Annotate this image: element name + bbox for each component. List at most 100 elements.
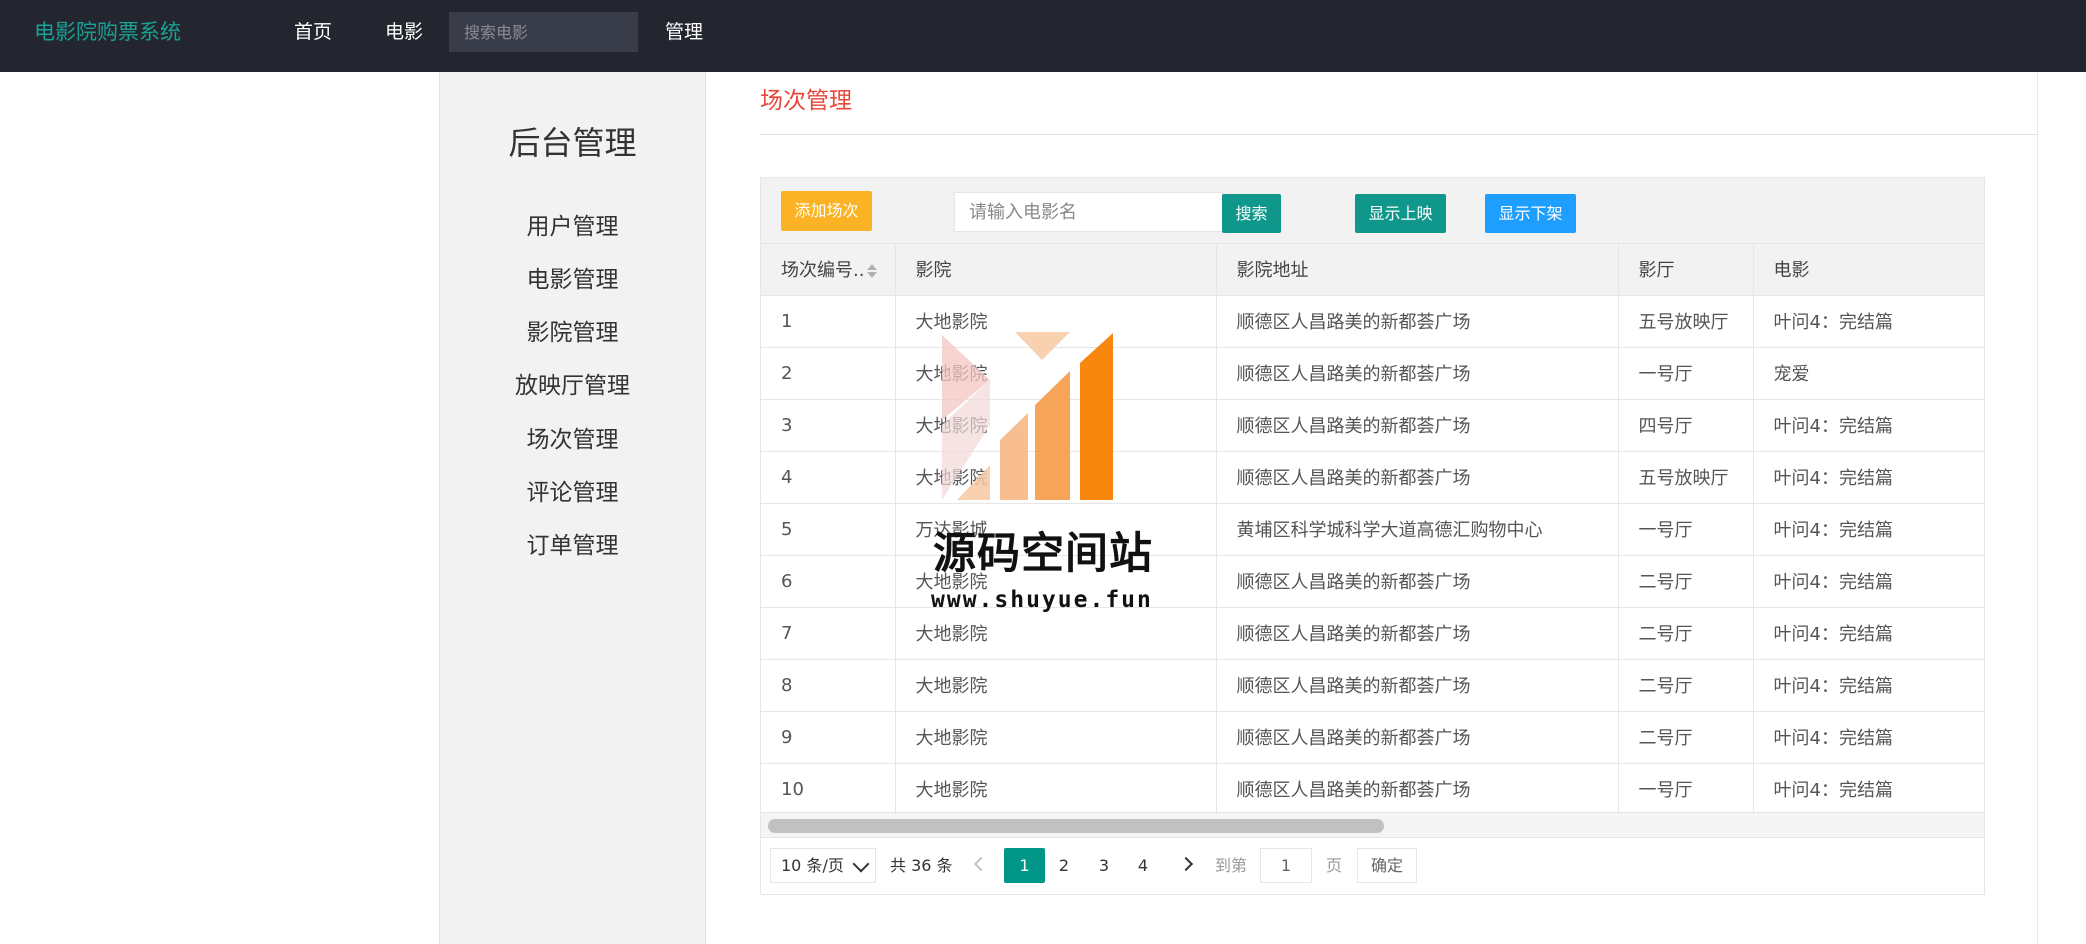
cell-movie: 叶问4：完结篇	[1753, 711, 1984, 764]
nav-home-link[interactable]: 首页	[294, 20, 332, 44]
cell-session-id: 5	[761, 503, 896, 556]
column-header-address: 影院地址	[1216, 244, 1619, 296]
nav-movies-link[interactable]: 电影	[385, 20, 423, 44]
cell-session-id: 7	[761, 607, 896, 660]
pagination: 10 条/页 共 36 条 1 2 3 4 到第 1 页 确定	[761, 838, 1984, 896]
page-unit-label: 页	[1326, 856, 1343, 875]
cell-cinema: 大地影院	[895, 295, 1217, 348]
page-button-1[interactable]: 1	[1004, 848, 1045, 883]
table-row[interactable]: 9 大地影院 顺德区人昌路美的新都荟广场 二号厅 叶问4：完结篇	[761, 711, 1984, 764]
cell-movie: 叶问4：完结篇	[1753, 451, 1984, 504]
cell-cinema: 大地影院	[895, 711, 1217, 764]
chevron-down-icon	[852, 855, 870, 873]
cell-address: 顺德区人昌路美的新都荟广场	[1216, 295, 1619, 348]
cell-hall: 一号厅	[1618, 763, 1754, 816]
cell-session-id: 1	[761, 295, 896, 348]
total-count: 共 36 条	[890, 856, 953, 875]
nav-admin-link[interactable]: 管理	[665, 20, 703, 44]
cell-hall: 二号厅	[1618, 711, 1754, 764]
show-offshelf-button[interactable]: 显示下架	[1485, 194, 1576, 233]
scrollbar-thumb[interactable]	[768, 819, 1384, 833]
watermark-text: 源码空间站	[933, 529, 1153, 579]
cell-session-id: 6	[761, 555, 896, 608]
table-row[interactable]: 1 大地影院 顺德区人昌路美的新都荟广场 五号放映厅 叶问4：完结篇	[761, 295, 1984, 348]
cell-session-id: 8	[761, 659, 896, 712]
next-page-icon[interactable]	[1178, 856, 1194, 872]
cell-cinema: 大地影院	[895, 607, 1217, 660]
cell-movie: 叶问4：完结篇	[1753, 503, 1984, 556]
cell-address: 顺德区人昌路美的新都荟广场	[1216, 555, 1619, 608]
cell-movie: 宠爱	[1753, 347, 1984, 400]
cell-hall: 二号厅	[1618, 659, 1754, 712]
cell-address: 顺德区人昌路美的新都荟广场	[1216, 451, 1619, 504]
cell-address: 黄埔区科学城科学大道高德汇购物中心	[1216, 503, 1619, 556]
cell-movie: 叶问4：完结篇	[1753, 555, 1984, 608]
cell-movie: 叶问4：完结篇	[1753, 659, 1984, 712]
cell-session-id: 2	[761, 347, 896, 400]
cell-hall: 一号厅	[1618, 503, 1754, 556]
cell-movie: 叶问4：完结篇	[1753, 295, 1984, 348]
cell-hall: 二号厅	[1618, 555, 1754, 608]
brand-logo-text[interactable]: 电影院购票系统	[34, 18, 181, 46]
page-size-select[interactable]: 10 条/页	[770, 848, 876, 883]
cell-address: 顺德区人昌路美的新都荟广场	[1216, 711, 1619, 764]
main-right-border	[2037, 72, 2038, 944]
top-navbar: 电影院购票系统 首页 电影 管理	[0, 0, 2086, 72]
cell-hall: 四号厅	[1618, 399, 1754, 452]
show-showing-button[interactable]: 显示上映	[1355, 194, 1446, 233]
goto-label: 到第	[1215, 856, 1248, 875]
cell-hall: 五号放映厅	[1618, 295, 1754, 348]
cell-hall: 二号厅	[1618, 607, 1754, 660]
cell-session-id: 3	[761, 399, 896, 452]
cell-movie: 叶问4：完结篇	[1753, 607, 1984, 660]
nav-search-input[interactable]	[449, 12, 638, 52]
cell-movie: 叶问4：完结篇	[1753, 763, 1984, 816]
table-toolbar: 添加场次 搜索 显示上映 显示下架	[761, 178, 1984, 244]
cell-address: 顺德区人昌路美的新都荟广场	[1216, 607, 1619, 660]
cell-address: 顺德区人昌路美的新都荟广场	[1216, 399, 1619, 452]
sidebar-item-comments[interactable]: 评论管理	[440, 478, 705, 508]
sidebar-item-cinemas[interactable]: 影院管理	[440, 318, 705, 348]
table-row[interactable]: 8 大地影院 顺德区人昌路美的新都荟广场 二号厅 叶问4：完结篇	[761, 659, 1984, 712]
page-button-3[interactable]: 3	[1089, 848, 1119, 883]
sidebar-item-sessions[interactable]: 场次管理	[440, 425, 705, 455]
column-header-hall: 影厅	[1618, 244, 1754, 296]
table-header-row: 场次编号.. 影院 影院地址 影厅 电影	[761, 244, 1984, 296]
sort-icon[interactable]	[866, 263, 878, 279]
cell-address: 顺德区人昌路美的新都荟广场	[1216, 659, 1619, 712]
column-header-session-id[interactable]: 场次编号..	[761, 244, 896, 296]
cell-address: 顺德区人昌路美的新都荟广场	[1216, 763, 1619, 816]
cell-cinema: 大地影院	[895, 399, 1217, 452]
cell-session-id: 10	[761, 763, 896, 816]
prev-page-icon[interactable]	[973, 856, 989, 872]
page-button-2[interactable]: 2	[1049, 848, 1079, 883]
sidebar-item-movies[interactable]: 电影管理	[440, 265, 705, 295]
sidebar-item-halls[interactable]: 放映厅管理	[440, 371, 705, 401]
search-button[interactable]: 搜索	[1222, 194, 1281, 233]
table-row[interactable]: 3 大地影院 顺德区人昌路美的新都荟广场 四号厅 叶问4：完结篇	[761, 399, 1984, 452]
table-row[interactable]: 2 大地影院 顺德区人昌路美的新都荟广场 一号厅 宠爱	[761, 347, 1984, 400]
column-header-cinema: 影院	[895, 244, 1217, 296]
table-row[interactable]: 10 大地影院 顺德区人昌路美的新都荟广场 一号厅 叶问4：完结篇	[761, 763, 1984, 816]
column-header-movie: 电影	[1753, 244, 1984, 296]
sidebar-title: 后台管理	[508, 124, 637, 162]
table-row[interactable]: 7 大地影院 顺德区人昌路美的新都荟广场 二号厅 叶问4：完结篇	[761, 607, 1984, 660]
title-divider	[760, 134, 2037, 135]
cell-movie: 叶问4：完结篇	[1753, 399, 1984, 452]
table-row[interactable]: 4 大地影院 顺德区人昌路美的新都荟广场 五号放映厅 叶问4：完结篇	[761, 451, 1984, 504]
cell-hall: 一号厅	[1618, 347, 1754, 400]
cell-cinema: 大地影院	[895, 763, 1217, 816]
cell-cinema: 大地影院	[895, 451, 1217, 504]
page-button-4[interactable]: 4	[1128, 848, 1158, 883]
add-session-button[interactable]: 添加场次	[781, 191, 872, 231]
cell-cinema: 大地影院	[895, 659, 1217, 712]
cell-cinema: 大地影院	[895, 347, 1217, 400]
goto-confirm-button[interactable]: 确定	[1357, 848, 1417, 883]
sidebar-item-orders[interactable]: 订单管理	[440, 531, 705, 561]
page-title: 场次管理	[760, 88, 852, 114]
horizontal-scrollbar[interactable]	[761, 812, 1984, 838]
sidebar-item-users[interactable]: 用户管理	[440, 212, 705, 242]
cell-session-id: 9	[761, 711, 896, 764]
goto-page-input[interactable]: 1	[1260, 848, 1312, 883]
movie-search-input[interactable]	[954, 192, 1223, 232]
